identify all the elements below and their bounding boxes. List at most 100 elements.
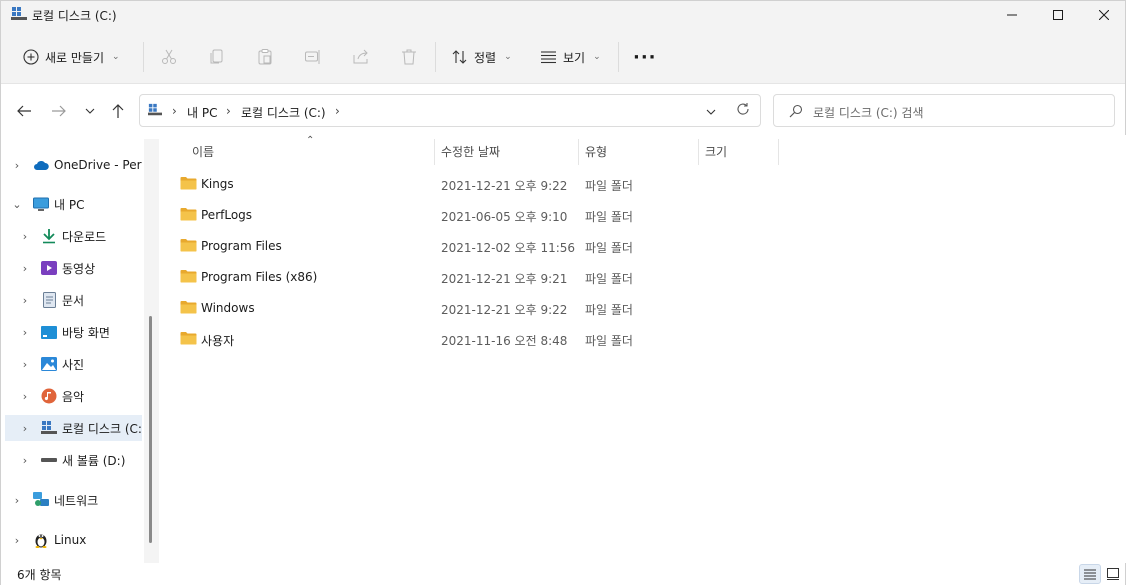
forward-button[interactable]: [48, 100, 70, 122]
sidebar-item-music[interactable]: › 음악: [5, 383, 142, 409]
table-row[interactable]: PerfLogs 2021-06-05 오후 9:10 파일 폴더: [173, 201, 773, 229]
sort-button-label: 정렬: [474, 50, 497, 65]
chevron-right-icon[interactable]: ›: [19, 230, 31, 243]
command-bar: 새로 만들기 ⌄ 정렬 ⌄ 보기 ⌄ ···: [1, 29, 1125, 84]
back-button[interactable]: [13, 100, 35, 122]
sort-button[interactable]: 정렬 ⌄: [451, 44, 512, 70]
sidebar-item-volume-d[interactable]: › 새 볼륨 (D:): [5, 447, 142, 473]
drive-icon: [11, 7, 27, 21]
trash-icon: [402, 49, 416, 65]
table-row[interactable]: Program Files 2021-12-02 오후 11:56 파일 폴더: [173, 232, 773, 260]
chevron-right-icon[interactable]: ›: [19, 390, 31, 403]
sidebar-scrollbar-thumb[interactable]: [149, 316, 152, 543]
chevron-right-icon[interactable]: ›: [11, 159, 23, 172]
view-button[interactable]: 보기 ⌄: [540, 44, 601, 70]
column-header-type[interactable]: 유형: [585, 143, 607, 160]
chevron-right-icon[interactable]: ›: [19, 454, 31, 467]
breadcrumb-separator-icon[interactable]: ›: [226, 104, 231, 118]
tiles-view-button[interactable]: [1102, 564, 1124, 584]
column-divider[interactable]: [434, 139, 435, 165]
delete-button[interactable]: [398, 46, 420, 68]
file-type: 파일 폴더: [585, 334, 633, 348]
new-button[interactable]: 새로 만들기 ⌄: [23, 44, 120, 70]
sidebar-item-linux[interactable]: › Linux: [5, 527, 142, 553]
breadcrumb-this-pc[interactable]: 내 PC: [187, 104, 217, 121]
more-options-button[interactable]: ···: [633, 44, 657, 70]
column-header-date[interactable]: 수정한 날짜: [441, 143, 500, 160]
sidebar-item-downloads[interactable]: › 다운로드: [5, 223, 142, 249]
paste-button[interactable]: [254, 46, 276, 68]
file-explorer-window: 로컬 디스크 (C:) 새로 만들기 ⌄ 정렬 ⌄ 보기 ⌄ ··· › 내 P…: [0, 0, 1126, 585]
sidebar-item-this-pc[interactable]: ⌄ 내 PC: [5, 191, 142, 217]
sidebar-item-label: 네트워크: [54, 493, 99, 508]
column-divider[interactable]: [698, 139, 699, 165]
folder-icon: [180, 300, 197, 317]
breadcrumb-separator-icon[interactable]: ›: [172, 104, 177, 118]
view-button-label: 보기: [563, 50, 586, 65]
breadcrumb-separator-icon[interactable]: ›: [335, 104, 340, 118]
chevron-right-icon[interactable]: ›: [19, 262, 31, 275]
sidebar-item-documents[interactable]: › 문서: [5, 287, 142, 313]
table-row[interactable]: Program Files (x86) 2021-12-21 오후 9:21 파일 …: [173, 263, 773, 291]
arrow-right-icon: [52, 105, 66, 117]
sidebar-item-network[interactable]: › 네트워크: [5, 487, 142, 513]
file-name[interactable]: Program Files (x86): [201, 270, 317, 284]
share-button[interactable]: [350, 46, 372, 68]
column-header-size[interactable]: 크기: [705, 143, 727, 160]
file-name[interactable]: Program Files: [201, 239, 282, 253]
file-name[interactable]: Kings: [201, 177, 234, 191]
up-button[interactable]: [107, 100, 129, 122]
recent-locations-button[interactable]: [79, 100, 101, 122]
cut-button[interactable]: [158, 46, 180, 68]
search-box[interactable]: 로컬 디스크 (C:) 검색: [773, 94, 1115, 127]
more-options-icon: ···: [633, 46, 657, 68]
file-name[interactable]: Windows: [201, 301, 255, 315]
clipboard-icon: [258, 49, 272, 65]
view-list-icon: [541, 51, 556, 64]
chevron-down-icon: ⌄: [593, 52, 601, 62]
chevron-right-icon[interactable]: ›: [11, 494, 23, 507]
chevron-right-icon[interactable]: ›: [19, 294, 31, 307]
tiles-view-icon: [1107, 568, 1119, 580]
copy-button[interactable]: [206, 46, 228, 68]
search-input[interactable]: 로컬 디스크 (C:) 검색: [813, 104, 924, 121]
arrow-left-icon: [17, 105, 31, 117]
breadcrumb-local-disk[interactable]: 로컬 디스크 (C:): [241, 104, 326, 121]
file-name[interactable]: PerfLogs: [201, 208, 252, 222]
sidebar-item-label: 바탕 화면: [62, 325, 110, 340]
chevron-right-icon[interactable]: ›: [19, 422, 31, 435]
chevron-down-icon[interactable]: ⌄: [11, 198, 23, 211]
column-divider[interactable]: [578, 139, 579, 165]
chevron-right-icon[interactable]: ›: [19, 326, 31, 339]
table-row[interactable]: Windows 2021-12-21 오후 9:22 파일 폴더: [173, 294, 773, 322]
address-bar[interactable]: › 내 PC › 로컬 디스크 (C:) ›: [139, 94, 761, 127]
sidebar-item-videos[interactable]: › 동영상: [5, 255, 142, 281]
refresh-icon: [737, 103, 749, 115]
table-row[interactable]: Kings 2021-12-21 오후 9:22 파일 폴더: [173, 170, 773, 198]
sidebar-item-local-disk-c[interactable]: › 로컬 디스크 (C:): [5, 415, 142, 441]
file-name[interactable]: 사용자: [201, 332, 234, 349]
sidebar-item-label: Linux: [54, 533, 87, 547]
sidebar-item-pictures[interactable]: › 사진: [5, 351, 142, 377]
details-view-icon: [1084, 569, 1096, 579]
sidebar-item-label: 문서: [62, 293, 85, 308]
sidebar-item-label: 새 볼륨 (D:): [62, 453, 126, 468]
address-history-button[interactable]: [706, 105, 716, 119]
sidebar-item-label: 음악: [62, 389, 85, 404]
folder-icon: [180, 207, 197, 224]
close-button[interactable]: [1081, 1, 1126, 29]
minimize-button[interactable]: [989, 1, 1035, 29]
maximize-button[interactable]: [1035, 1, 1081, 29]
details-view-button[interactable]: [1079, 564, 1101, 584]
column-header-name[interactable]: 이름: [192, 143, 214, 160]
chevron-right-icon[interactable]: ›: [19, 358, 31, 371]
chevron-right-icon[interactable]: ›: [11, 534, 23, 547]
sidebar-item-onedrive[interactable]: › OneDrive - Personal: [5, 152, 142, 178]
refresh-button[interactable]: [736, 102, 750, 119]
sidebar-item-desktop[interactable]: › 바탕 화면: [5, 319, 142, 345]
rename-button[interactable]: [302, 46, 324, 68]
table-row[interactable]: 사용자 2021-11-16 오전 8:48 파일 폴더: [173, 325, 773, 353]
file-modified-date: 2021-12-21 오후 9:22: [441, 303, 568, 317]
column-divider[interactable]: [778, 139, 779, 165]
folder-icon: [180, 176, 197, 193]
